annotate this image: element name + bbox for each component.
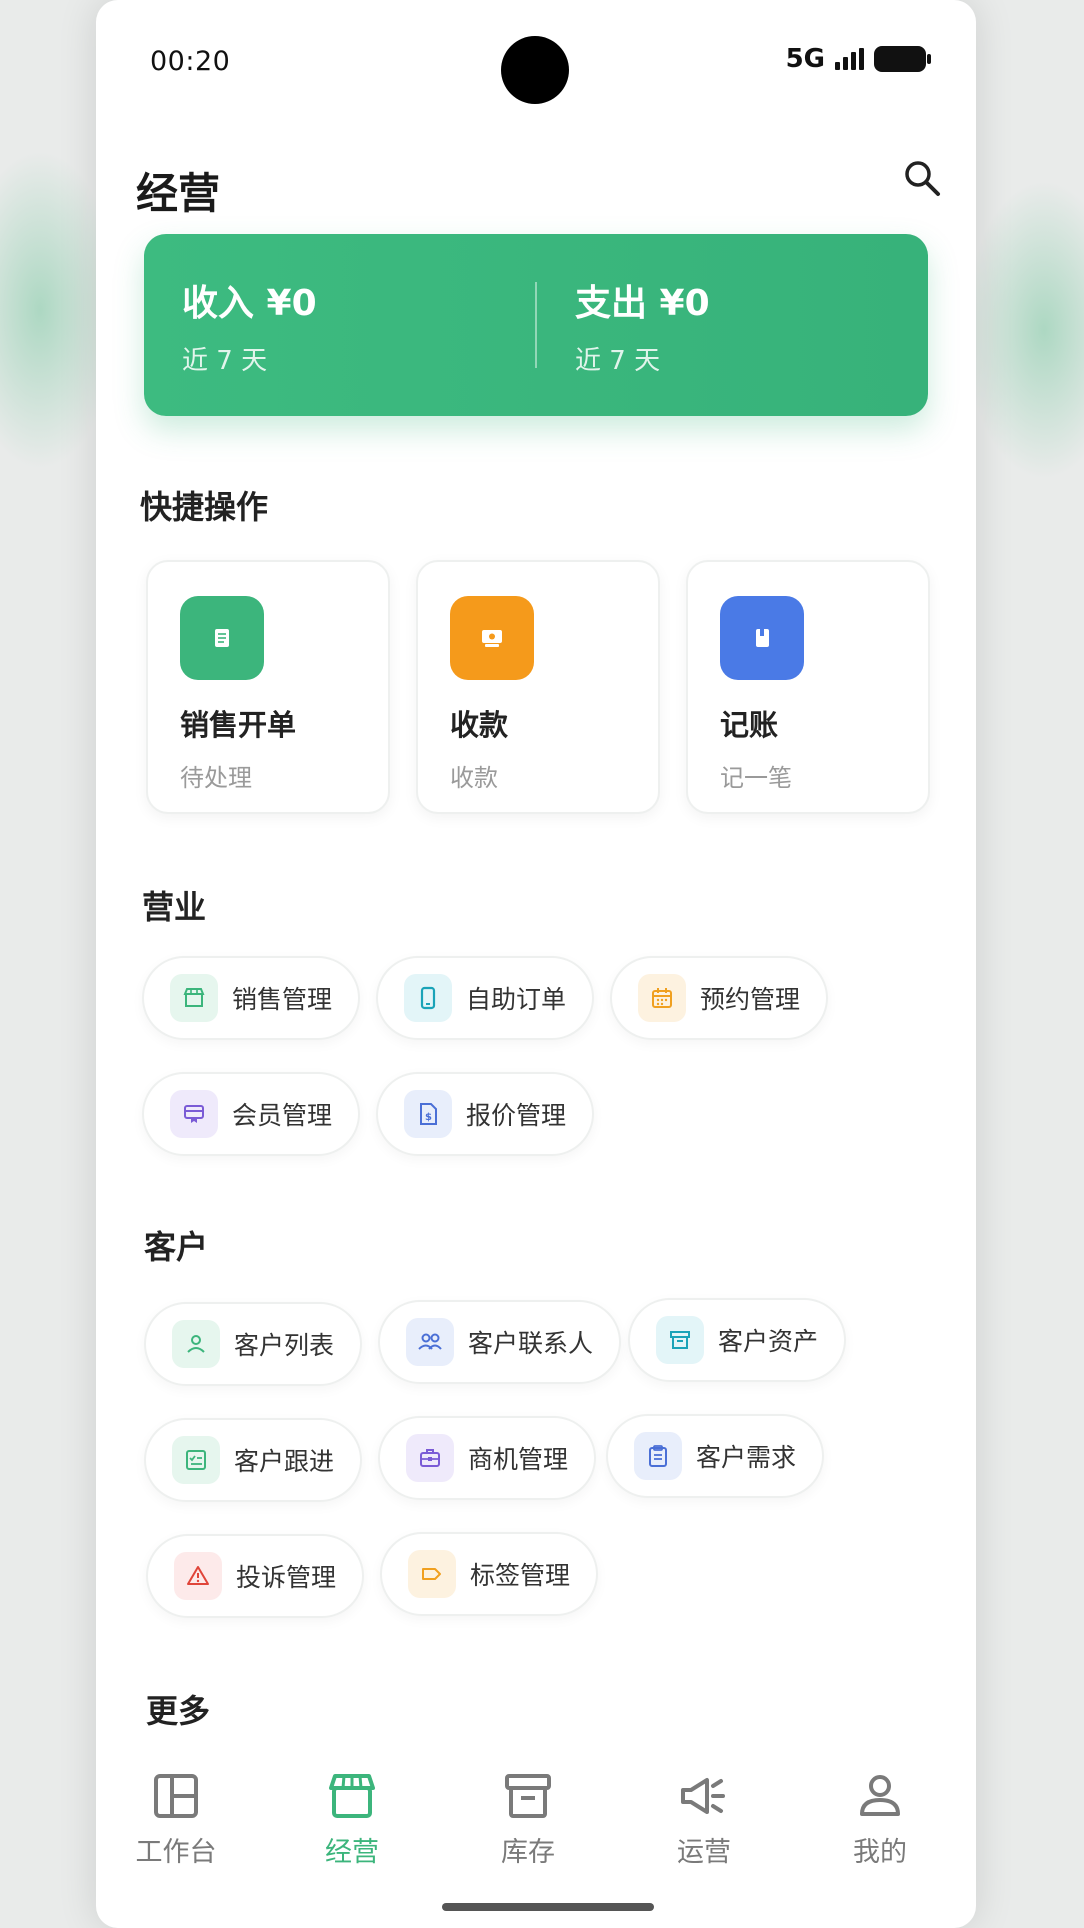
section-title-business: 营业 [142,888,207,926]
store-icon [170,974,218,1022]
search-icon [905,161,940,196]
quick-action-label: 记账 [720,708,779,742]
menu-item-complaint-management[interactable]: 投诉管理 [146,1534,365,1618]
member-card-icon [170,1090,218,1138]
quick-action-sub: 待处理 [180,764,252,792]
nav-label: 我的 [853,1837,907,1868]
menu-item-appointment-management[interactable]: 预约管理 [610,956,829,1040]
inventory-icon [505,1774,551,1818]
receipt-icon [180,596,264,680]
revenue-summary-card[interactable]: 收入 ¥0 近 7 天 支出 ¥0 近 7 天 [144,234,928,416]
checklist-icon [172,1436,220,1484]
menu-item-label: 客户资产 [718,1327,819,1356]
quick-action-label: 销售开单 [180,708,297,742]
camera-cutout [501,36,569,104]
nav-label: 经营 [325,1837,379,1868]
menu-item-quote-management[interactable]: $ 报价管理 [376,1072,595,1156]
nav-tab-business[interactable]: 经营 [287,1770,417,1869]
megaphone-icon [681,1778,725,1814]
tag-icon [408,1550,456,1598]
menu-item-label: 投诉管理 [236,1563,337,1592]
menu-item-label: 预约管理 [700,985,801,1014]
payment-icon [450,596,534,680]
menu-item-label: 销售管理 [232,985,333,1014]
nav-label: 库存 [501,1837,555,1868]
store-icon [329,1774,375,1818]
menu-item-member-management[interactable]: 会员管理 [142,1072,361,1156]
nav-tab-mine[interactable]: 我的 [815,1770,945,1869]
nav-tab-inventory[interactable]: 库存 [463,1770,593,1869]
menu-item-label: 会员管理 [232,1101,333,1130]
menu-item-self-service-order[interactable]: 自助订单 [376,956,595,1040]
briefcase-icon [406,1434,454,1482]
nav-label: 运营 [677,1837,731,1868]
status-indicators: 5G [785,44,931,74]
phone-icon [404,974,452,1022]
menu-item-label: 商机管理 [468,1445,569,1474]
quick-action-sub: 记一笔 [720,764,792,792]
income-block[interactable]: 收入 ¥0 近 7 天 [144,274,535,377]
menu-item-label: 自助订单 [466,985,567,1014]
menu-item-label: 客户跟进 [234,1447,335,1476]
home-indicator[interactable] [442,1903,654,1911]
page-title: 经营 [136,169,221,218]
menu-item-customer-needs[interactable]: 客户需求 [606,1414,825,1498]
section-title-more: 更多 [146,1692,211,1730]
person-icon [172,1320,220,1368]
clipboard-icon [634,1432,682,1480]
svg-text:$: $ [425,1112,432,1123]
expense-period: 近 7 天 [575,345,661,376]
menu-item-customer-follow-up[interactable]: 客户跟进 [144,1418,363,1502]
section-title-customer: 客户 [144,1228,209,1266]
menu-item-label: 客户列表 [234,1331,335,1360]
contacts-icon [406,1318,454,1366]
calendar-icon [638,974,686,1022]
phone-screen: 00:20 5G 经营 收入 ¥0 近 7 天 支出 ¥0 近 7 天 快捷操作 [96,0,976,1928]
signal-icon [835,48,864,70]
search-button[interactable] [894,150,950,206]
quick-action-sub: 收款 [450,764,498,792]
menu-item-label: 客户联系人 [468,1329,594,1358]
menu-item-tag-management[interactable]: 标签管理 [380,1532,599,1616]
quick-action-bookkeeping[interactable]: 记账 记一笔 [686,560,930,814]
menu-item-sales-management[interactable]: 销售管理 [142,956,361,1040]
expense-value: 支出 ¥0 [575,282,710,324]
quick-actions-row: 销售开单 待处理 收款 收款 记账 记一笔 [146,560,930,814]
status-time: 00:20 [150,46,231,77]
income-period: 近 7 天 [182,345,268,376]
archive-icon [656,1316,704,1364]
quick-action-label: 收款 [450,708,509,742]
network-type: 5G [785,44,825,74]
menu-item-label: 客户需求 [696,1443,797,1472]
warning-icon [174,1552,222,1600]
battery-icon [874,46,931,72]
menu-item-customer-list[interactable]: 客户列表 [144,1302,363,1386]
quick-action-collect-payment[interactable]: 收款 收款 [416,560,660,814]
expense-block[interactable]: 支出 ¥0 近 7 天 [537,274,928,377]
nav-tab-operations[interactable]: 运营 [639,1770,769,1869]
bottom-navigation: 工作台 经营 库存 运营 我的 [96,1740,976,1900]
menu-item-opportunity-management[interactable]: 商机管理 [378,1416,597,1500]
nav-tab-workbench[interactable]: 工作台 [111,1770,241,1869]
menu-item-customer-contacts[interactable]: 客户联系人 [378,1300,622,1384]
dashboard-icon [154,1774,198,1818]
menu-item-label: 标签管理 [470,1561,571,1590]
menu-item-label: 报价管理 [466,1101,567,1130]
section-title-quick-actions: 快捷操作 [140,488,269,526]
quick-action-sales-order[interactable]: 销售开单 待处理 [146,560,390,814]
background-glow-right [964,180,1084,480]
quote-document-icon: $ [404,1090,452,1138]
ledger-icon [720,596,804,680]
menu-item-customer-assets[interactable]: 客户资产 [628,1298,847,1382]
income-value: 收入 ¥0 [182,282,317,324]
profile-icon [860,1775,900,1816]
nav-label: 工作台 [135,1837,217,1868]
